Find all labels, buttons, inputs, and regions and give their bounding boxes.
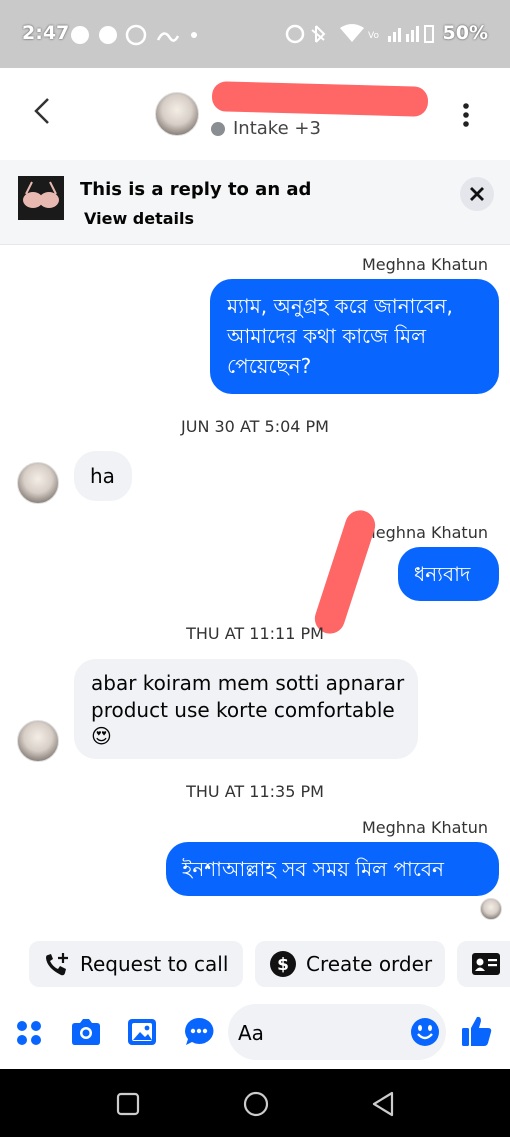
message-line: পেয়েছেন? xyxy=(227,354,312,378)
gallery-icon[interactable] xyxy=(127,1018,157,1046)
outgoing-message[interactable]: ধন্যবাদ xyxy=(398,547,499,601)
incoming-message[interactable]: abar koiram mem sotti apnarar product us… xyxy=(74,659,418,759)
view-details-link[interactable]: View details xyxy=(84,209,194,228)
redaction-stroke xyxy=(310,506,380,638)
more-options-icon[interactable] xyxy=(458,102,474,128)
timestamp: THU AT 11:35 PM xyxy=(186,782,324,801)
dollar-icon: $ xyxy=(270,951,296,977)
notification-icons xyxy=(71,24,197,46)
system-icons: Vo xyxy=(285,24,434,44)
message-text: ha xyxy=(90,464,115,488)
message-text: ইনশাআল্লাহ সব সময় মিল পাবেন xyxy=(182,857,444,881)
battery-percent: 50% xyxy=(442,22,488,44)
back-arrow-icon[interactable] xyxy=(32,96,52,126)
chat-header: Intake +3 xyxy=(0,68,510,160)
thumbs-up-icon[interactable] xyxy=(460,1014,494,1048)
menu-grid-icon[interactable] xyxy=(16,1020,42,1046)
ad-reply-banner[interactable]: This is a reply to an ad View details xyxy=(0,160,510,245)
phone-add-icon xyxy=(46,953,68,976)
home-icon[interactable] xyxy=(242,1090,270,1118)
recents-icon[interactable] xyxy=(116,1092,140,1116)
close-icon xyxy=(470,187,484,201)
sender-name: Meghna Khatun xyxy=(362,255,488,274)
message-line: product use korte comfortable xyxy=(91,698,395,722)
message-input-placeholder: Aa xyxy=(238,1021,264,1045)
contact-avatar[interactable] xyxy=(17,720,59,762)
status-bar: 2:47 Vo 50% xyxy=(0,0,510,68)
contact-avatar[interactable] xyxy=(17,462,59,504)
system-nav-bar xyxy=(0,1069,510,1137)
message-input[interactable]: Aa xyxy=(228,1004,446,1060)
camera-icon[interactable] xyxy=(70,1018,102,1046)
status-time: 2:47 xyxy=(22,22,70,44)
outgoing-message[interactable]: ম্যাম, অনুগ্রহ করে জানাবেন, আমাদের কথা ক… xyxy=(210,279,499,394)
create-order-button[interactable]: $ Create order xyxy=(255,941,445,987)
timestamp: JUN 30 AT 5:04 PM xyxy=(181,417,329,436)
contact-avatar[interactable] xyxy=(155,92,199,136)
sender-name: Meghna Khatun xyxy=(362,818,488,837)
timestamp: THU AT 11:11 PM xyxy=(186,624,324,643)
chat-bubble-icon[interactable] xyxy=(184,1017,214,1047)
message-line: আমাদের কথা কাজে মিল xyxy=(227,324,427,348)
contact-labels[interactable]: Intake +3 xyxy=(233,118,321,139)
svg-text:$: $ xyxy=(277,955,289,975)
seen-receipt-avatar xyxy=(480,898,502,920)
message-line: ম্যাম, অনুগ্রহ করে জানাবেন, xyxy=(227,294,453,318)
request-to-call-button[interactable]: Request to call xyxy=(29,941,243,987)
ad-banner-title: This is a reply to an ad xyxy=(80,179,312,200)
outgoing-message[interactable]: ইনশাআল্লাহ সব সময় মিল পাবেন xyxy=(166,842,499,896)
close-banner-button[interactable] xyxy=(460,177,494,211)
label-dot xyxy=(211,122,225,136)
contact-card-button[interactable] xyxy=(457,941,510,987)
message-text: ধন্যবাদ xyxy=(414,562,471,586)
emoji-icon[interactable] xyxy=(410,1017,440,1047)
sender-name: Meghna Khatun xyxy=(362,523,488,542)
ad-thumbnail xyxy=(18,176,64,220)
svg-text:Vo: Vo xyxy=(368,31,379,41)
back-icon[interactable] xyxy=(370,1090,396,1118)
create-order-label: Create order xyxy=(306,952,433,976)
heart-eyes-emoji: 😍 xyxy=(91,724,112,748)
request-to-call-label: Request to call xyxy=(80,952,229,976)
message-line: abar koiram mem sotti apnarar xyxy=(91,671,405,695)
contact-card-icon xyxy=(472,953,500,975)
incoming-message[interactable]: ha xyxy=(74,451,132,501)
contact-name-redaction xyxy=(211,81,429,117)
